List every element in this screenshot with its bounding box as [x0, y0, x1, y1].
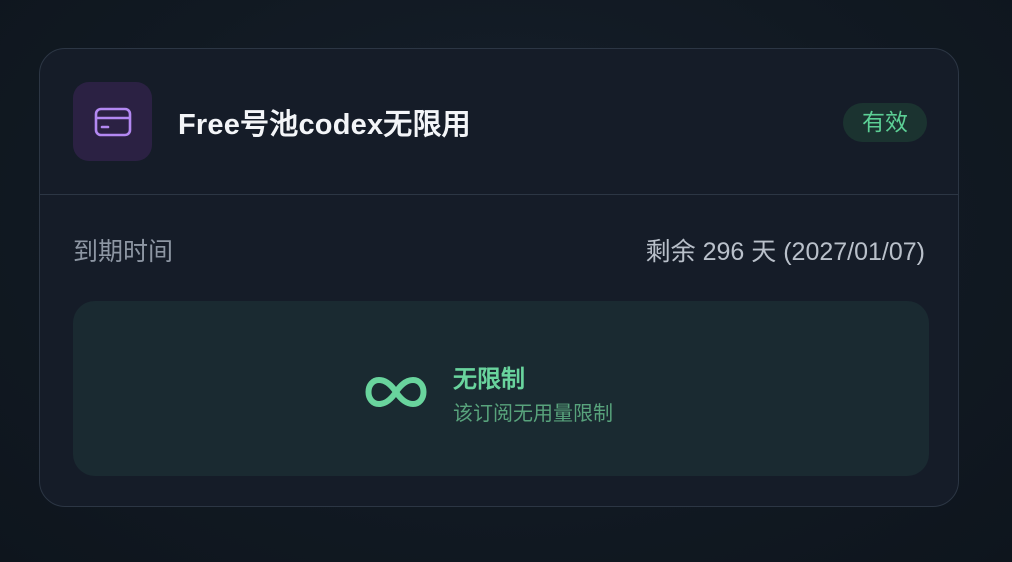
subscription-card: Free号池codex无限用 有效 到期时间 剩余 296 天 (2027/01… — [39, 48, 959, 507]
card-header: Free号池codex无限用 有效 — [40, 49, 958, 195]
usage-title: 无限制 — [453, 366, 525, 393]
expiry-value: 剩余 296 天 (2027/01/07) — [645, 238, 925, 266]
usage-panel: 无限制 该订阅无用量限制 — [73, 301, 929, 476]
credit-card-icon — [73, 82, 152, 161]
plan-title: Free号池codex无限用 — [178, 109, 471, 141]
usage-description: 该订阅无用量限制 — [453, 403, 613, 425]
infinity-icon — [365, 377, 427, 407]
status-badge: 有效 — [843, 103, 927, 142]
expiry-label: 到期时间 — [73, 238, 174, 266]
